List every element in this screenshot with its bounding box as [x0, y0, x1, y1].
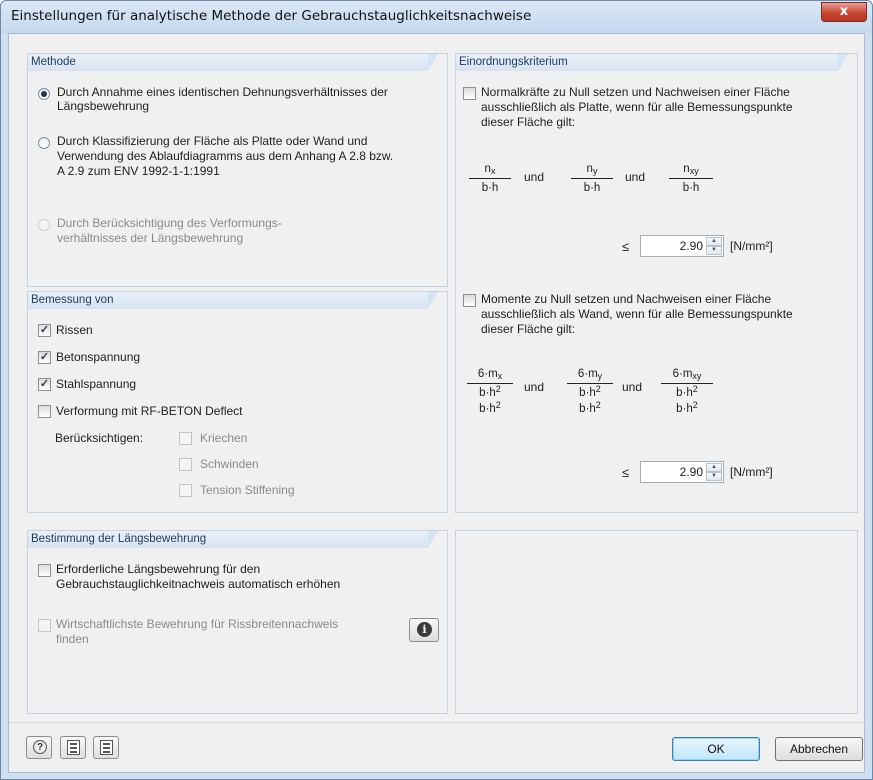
methode-option-2-line3: A 2.9 zum ENV 1992-1-1:1991	[57, 164, 220, 178]
rissen-checkbox[interactable]: ✓	[38, 324, 51, 337]
import-icon	[67, 740, 80, 755]
crit2-leq: ≤	[622, 465, 630, 480]
methode-option-3-line2: verhältnisses der Längsbewehrung	[57, 231, 244, 245]
schwinden-checkbox[interactable]	[179, 458, 192, 471]
spin-down-icon[interactable]: ▼	[706, 246, 722, 255]
crit1-und-2: und	[625, 170, 646, 184]
methode-panel: Methode Durch Annahme eines identischen …	[27, 53, 448, 287]
spin-down-icon[interactable]: ▼	[706, 472, 722, 481]
methode-header: Methode	[28, 54, 438, 71]
methode-radio-1[interactable]	[38, 88, 50, 100]
consider-label: Berücksichtigen:	[55, 431, 144, 445]
crit1-checkbox[interactable]	[463, 87, 476, 100]
verformung-label: Verformung mit RF-BETON Deflect	[56, 404, 243, 418]
spin-up-icon[interactable]: ▲	[706, 463, 722, 472]
tension-stiffening-label: Tension Stiffening	[200, 483, 295, 497]
info-button[interactable]: i	[409, 618, 439, 642]
crit1-value-spinner[interactable]: 2.90 ▲ ▼	[640, 235, 724, 257]
dialog-window: Einstellungen für analytische Methode de…	[0, 0, 873, 780]
empty-panel	[455, 530, 858, 714]
bemessung-panel: Bemessung von ✓ Rissen ✓ Betonspannung ✓…	[27, 291, 448, 513]
crit2-fraction-mxy: 6·mxy b·h2 b·h2	[661, 366, 713, 417]
crit1-fraction-nx: nx b·h	[469, 161, 511, 196]
stahlspannung-checkbox[interactable]: ✓	[38, 378, 51, 391]
laengsbewehrung-header: Bestimmung der Längsbewehrung	[28, 531, 438, 548]
help-button[interactable]: ?	[26, 736, 52, 759]
crit2-checkbox[interactable]	[463, 294, 476, 307]
crit2-fraction-my: 6·my b·h2 b·h2	[567, 366, 613, 417]
crit2-line3: dieser Fläche gilt:	[481, 322, 576, 336]
crit2-und-2: und	[622, 380, 643, 394]
betonspannung-checkbox[interactable]: ✓	[38, 351, 51, 364]
methode-option-1-line1: Durch Annahme eines identischen Dehnungs…	[57, 85, 388, 99]
crit1-unit: [N/mm²]	[730, 239, 773, 253]
crit1-line3: dieser Fläche gilt:	[481, 115, 576, 129]
economic-reinforcement-line1: Wirtschaftlichste Bewehrung für Rissbrei…	[56, 617, 339, 631]
methode-option-3-line1: Durch Berücksichtigung des Verformungs-	[57, 216, 282, 230]
bemessung-header: Bemessung von	[28, 292, 438, 309]
spin-up-icon[interactable]: ▲	[706, 237, 722, 246]
crit1-und-1: und	[524, 170, 545, 184]
methode-option-1-line2: Längsbewehrung	[57, 99, 150, 113]
crit1-fraction-nxy: nxy b·h	[669, 161, 713, 196]
stahlspannung-label: Stahlspannung	[56, 377, 137, 391]
close-button[interactable]: x	[821, 2, 867, 22]
crit2-value-spinner[interactable]: 2.90 ▲ ▼	[640, 461, 724, 483]
crit2-line1: Momente zu Null setzen und Nachweisen ei…	[481, 292, 772, 306]
window-title: Einstellungen für analytische Methode de…	[11, 8, 532, 24]
cancel-button[interactable]: Abbrechen	[775, 737, 863, 761]
crit1-fraction-ny: ny b·h	[571, 161, 613, 196]
export-button[interactable]	[93, 736, 119, 759]
crit1-spinner-arrows[interactable]: ▲ ▼	[706, 237, 722, 255]
laengsbewehrung-panel: Bestimmung der Längsbewehrung Erforderli…	[27, 530, 448, 714]
info-icon: i	[417, 622, 432, 637]
methode-radio-2[interactable]	[38, 137, 50, 149]
methode-option-2-line2: Verwendung des Ablaufdiagramms aus dem A…	[57, 149, 394, 163]
crit2-unit: [N/mm²]	[730, 465, 773, 479]
export-icon	[100, 740, 113, 755]
crit2-line2: ausschließlich als Wand, wenn für alle B…	[481, 307, 793, 321]
crit1-value: 2.90	[679, 239, 703, 253]
crit1-line2: ausschließlich als Platte, wenn für alle…	[481, 100, 793, 114]
kriechen-label: Kriechen	[200, 431, 248, 445]
auto-increase-line1: Erforderliche Längsbewehrung für den	[56, 562, 261, 576]
crit2-fraction-mx: 6·mx b·h2 b·h2	[467, 366, 513, 417]
economic-reinforcement-line2: finden	[56, 632, 89, 646]
crit2-spinner-arrows[interactable]: ▲ ▼	[706, 463, 722, 481]
crit1-line1: Normalkräfte zu Null setzen und Nachweis…	[481, 85, 790, 99]
title-bar: Einstellungen für analytische Methode de…	[1, 1, 872, 33]
auto-increase-checkbox[interactable]	[38, 564, 51, 577]
crit2-value: 2.90	[679, 465, 703, 479]
methode-radio-3[interactable]	[38, 219, 50, 231]
import-button[interactable]	[60, 736, 86, 759]
auto-increase-line2: Gebrauchstauglichkeitnachweis automatisc…	[56, 577, 341, 591]
kriterium-header: Einordnungskriterium	[456, 54, 848, 71]
tension-stiffening-checkbox[interactable]	[179, 484, 192, 497]
kriechen-checkbox[interactable]	[179, 432, 192, 445]
kriterium-panel: Einordnungskriterium Normalkräfte zu Nul…	[455, 53, 858, 513]
betonspannung-label: Betonspannung	[56, 350, 141, 364]
rissen-label: Rissen	[56, 323, 93, 337]
footer-separator	[9, 722, 866, 723]
economic-reinforcement-checkbox[interactable]	[38, 619, 51, 632]
crit2-und-1: und	[524, 380, 545, 394]
methode-option-2-line1: Durch Klassifizierung der Fläche als Pla…	[57, 134, 368, 148]
dialog-client: Methode Durch Annahme eines identischen …	[8, 33, 866, 773]
crit1-leq: ≤	[622, 239, 630, 254]
ok-button[interactable]: OK	[672, 737, 760, 761]
verformung-checkbox[interactable]	[38, 405, 51, 418]
help-icon: ?	[33, 740, 47, 754]
schwinden-label: Schwinden	[200, 457, 259, 471]
